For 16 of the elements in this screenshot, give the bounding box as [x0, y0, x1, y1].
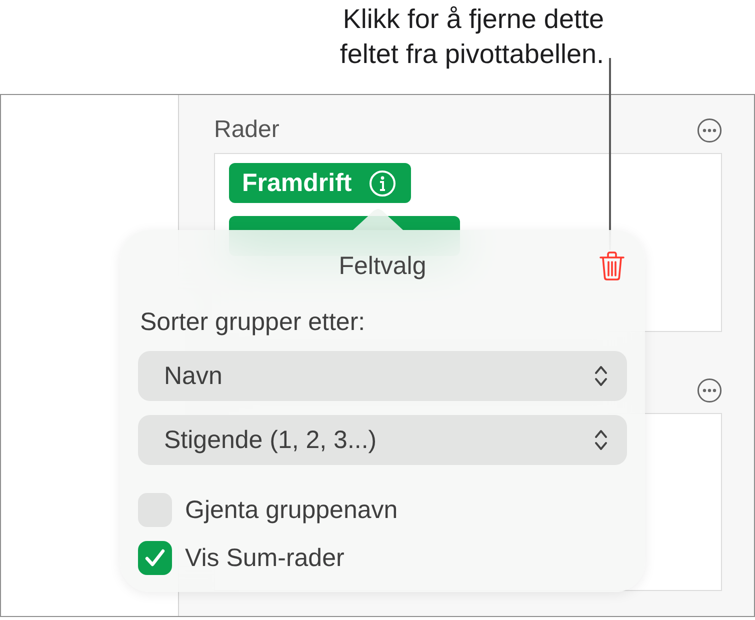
section-title: Rader	[214, 116, 280, 144]
up-down-chevron-icon	[594, 428, 608, 452]
checkmark-icon	[144, 548, 166, 568]
checkbox-label: Gjenta gruppenavn	[185, 495, 398, 525]
dropdown-select[interactable]: Navn	[138, 351, 627, 401]
checkbox-label: Vis Sum-rader	[185, 543, 344, 573]
popover-title: Feltvalg	[338, 251, 426, 281]
callout-text: Klikk for å fjerne dette feltet fra pivottabellen.	[340, 3, 604, 71]
up-down-chevron-icon	[594, 364, 608, 388]
more-options-icon[interactable]	[697, 378, 722, 402]
delete-icon[interactable]	[599, 251, 625, 281]
info-icon[interactable]	[368, 170, 396, 196]
dropdown-select[interactable]: Stigende (1, 2, 3...)	[138, 415, 627, 465]
checkbox[interactable]	[138, 541, 172, 575]
more-options-icon[interactable]	[697, 118, 722, 142]
sort-label: Sorter grupper etter:	[140, 307, 366, 337]
